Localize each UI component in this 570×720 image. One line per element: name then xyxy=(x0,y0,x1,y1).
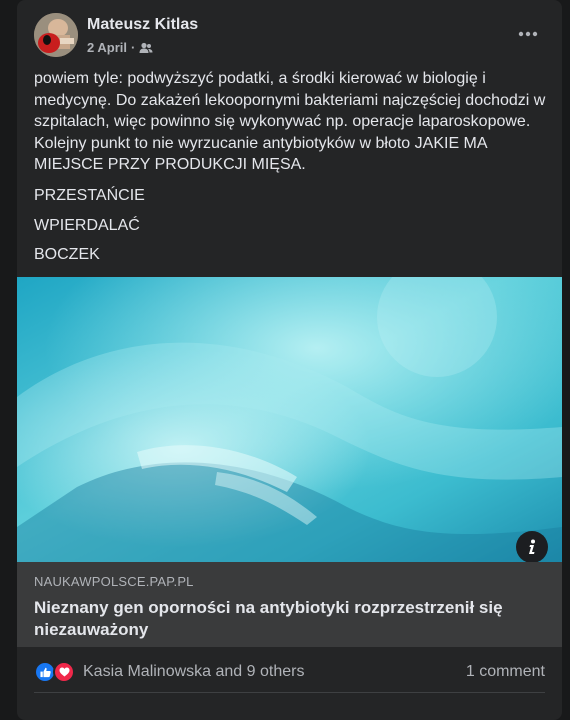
reactions-bar: Kasia Malinowska and 9 others 1 comment xyxy=(34,658,545,686)
post-date[interactable]: 2 April xyxy=(87,40,127,55)
love-reaction-icon xyxy=(53,661,75,683)
link-preview[interactable]: NAUKAWPOLSCE.PAP.PL Nieznany gen opornoś… xyxy=(17,562,562,647)
post-paragraph: PRZESTAŃCIE xyxy=(34,186,145,204)
info-icon xyxy=(529,539,535,554)
link-title[interactable]: Nieznany gen oporności na antybiotyki ro… xyxy=(34,597,534,641)
post-paragraph: BOCZEK xyxy=(34,246,100,264)
more-options-icon xyxy=(518,31,538,37)
post-header: Mateusz Kitlas 2 April · xyxy=(17,0,562,70)
more-options-button[interactable] xyxy=(514,20,542,48)
info-button[interactable] xyxy=(516,531,548,562)
reactions-summary[interactable]: Kasia Malinowska and 9 others xyxy=(83,663,304,681)
reaction-icons[interactable] xyxy=(34,661,75,683)
link-preview-image[interactable] xyxy=(17,277,562,562)
post-paragraph: powiem tyle: podwyższyć podatki, a środk… xyxy=(34,70,546,174)
friends-icon[interactable] xyxy=(139,42,153,54)
post-meta: 2 April · xyxy=(87,40,153,55)
post-card: Mateusz Kitlas 2 April · powiem tyle: po xyxy=(17,0,562,720)
link-domain: NAUKAWPOLSCE.PAP.PL xyxy=(34,574,194,589)
footer-divider xyxy=(34,692,545,693)
comment-count[interactable]: 1 comment xyxy=(466,663,545,681)
author-name[interactable]: Mateusz Kitlas xyxy=(87,16,198,34)
avatar[interactable] xyxy=(34,13,78,57)
post-body: powiem tyle: podwyższyć podatki, a środk… xyxy=(34,68,549,266)
meta-separator: · xyxy=(130,40,136,55)
post-paragraph: WPIERDALAĆ xyxy=(34,216,140,234)
